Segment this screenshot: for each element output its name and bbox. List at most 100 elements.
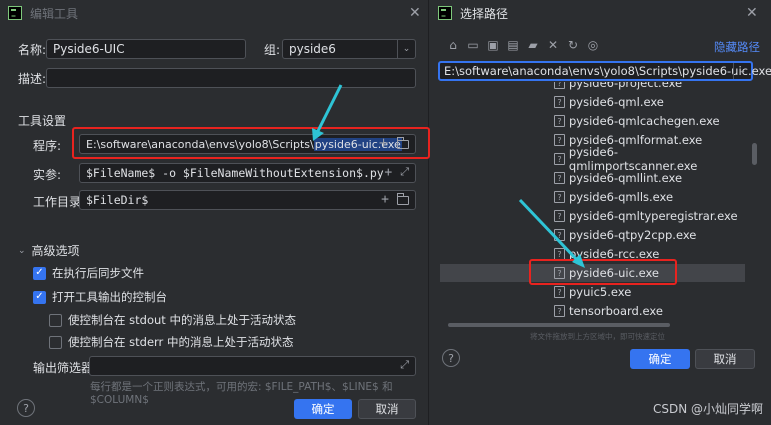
insert-macro-icon[interactable]: + bbox=[381, 192, 389, 207]
dialog-title: 编辑工具 bbox=[30, 6, 79, 21]
group-value: pyside6 bbox=[289, 42, 336, 56]
file-name: pyside6-project.exe bbox=[569, 82, 683, 90]
file-name: pyside6-qmllint.exe bbox=[569, 171, 683, 185]
file-name: pyside6-qmlls.exe bbox=[569, 190, 674, 204]
unknown-file-icon: ? bbox=[554, 229, 565, 241]
edit-tool-dialog: 编辑工具 ✕ 名称: Pyside6-UIC 组: pyside6 ⌄ 描述: … bbox=[0, 0, 430, 425]
help-button[interactable]: ? bbox=[442, 349, 460, 367]
app-logo-icon bbox=[438, 6, 452, 20]
chevron-down-icon: ⌄ bbox=[18, 245, 26, 256]
program-label: 程序: bbox=[33, 139, 62, 153]
unknown-file-icon: ? bbox=[554, 96, 565, 108]
arguments-value: $FileName$ -o $FileNameWithoutExtension$… bbox=[86, 166, 384, 180]
new-folder-icon[interactable]: ▰ bbox=[526, 38, 540, 52]
refresh-icon[interactable]: ↻ bbox=[566, 38, 580, 52]
sync-files-label: 在执行后同步文件 bbox=[52, 266, 144, 280]
workdir-label: 工作目录: bbox=[33, 195, 86, 209]
annotation-highlight-program bbox=[72, 127, 430, 159]
horizontal-scrollbar[interactable] bbox=[448, 323, 670, 327]
unknown-file-icon: ? bbox=[554, 172, 565, 184]
file-name: pyside6-qtpy2cpp.exe bbox=[569, 228, 697, 242]
advanced-options-toggle[interactable]: ⌄ 高级选项 bbox=[18, 242, 80, 259]
workdir-field-actions: + bbox=[381, 192, 409, 207]
group-select[interactable]: pyside6 ⌄ bbox=[282, 39, 416, 59]
stdout-active-label: 使控制台在 stdout 中的消息上处于活动状态 bbox=[68, 313, 296, 327]
file-toolbar: ⌂ ▭ ▣ ▤ ▰ ✕ ↻ ◎ bbox=[446, 38, 600, 52]
cancel-button[interactable]: 取消 bbox=[695, 349, 755, 369]
check-icon: ✓ bbox=[33, 266, 46, 280]
file-list-item[interactable]: ? pyside6-qml.exe bbox=[440, 93, 745, 111]
chevron-down-icon[interactable]: ⌄ bbox=[733, 63, 751, 79]
show-hidden-icon[interactable]: ◎ bbox=[586, 38, 600, 52]
sync-files-checkbox[interactable]: ✓ 在执行后同步文件 bbox=[33, 265, 144, 281]
file-list-item[interactable]: ? pyside6-qmltyperegistrar.exe bbox=[440, 207, 745, 225]
chevron-down-icon[interactable]: ⌄ bbox=[397, 40, 415, 58]
output-filter-label: 输出筛选器: bbox=[33, 361, 98, 375]
cancel-button[interactable]: 取消 bbox=[358, 399, 416, 419]
workdir-value: $FileDir$ bbox=[86, 193, 149, 207]
file-list-item[interactable]: ? pyside6-qmlls.exe bbox=[440, 188, 745, 206]
drop-hint: 将文件拖放到上方区域中，即可快速定位 bbox=[530, 332, 665, 341]
file-name: tensorboard.exe bbox=[569, 304, 663, 318]
check-icon: ✓ bbox=[33, 290, 46, 304]
title-bar: 编辑工具 bbox=[0, 0, 428, 26]
annotation-highlight-file bbox=[529, 259, 677, 285]
unknown-file-icon: ? bbox=[554, 210, 565, 222]
help-button[interactable]: ? bbox=[17, 399, 35, 417]
arguments-field[interactable]: $FileName$ -o $FileNameWithoutExtension$… bbox=[79, 163, 416, 183]
file-list-item[interactable]: ? pyside6-qtpy2cpp.exe bbox=[440, 226, 745, 244]
ok-button[interactable]: 确定 bbox=[294, 399, 352, 419]
open-console-checkbox[interactable]: ✓ 打开工具输出的控制台 bbox=[33, 289, 167, 305]
checkbox-box bbox=[49, 313, 62, 327]
file-list-item[interactable]: ? pyuic5.exe bbox=[440, 283, 745, 301]
stderr-active-checkbox[interactable]: 使控制台在 stderr 中的消息上处于活动状态 bbox=[49, 334, 293, 350]
vertical-scrollbar[interactable] bbox=[752, 143, 757, 165]
unknown-file-icon: ? bbox=[554, 191, 565, 203]
file-list-item[interactable]: ? pyside6-qmlcachegen.exe bbox=[440, 112, 745, 130]
output-filter-actions: ⤢ bbox=[400, 358, 409, 372]
home-icon[interactable]: ⌂ bbox=[446, 38, 460, 52]
output-filter-field[interactable]: ⤢ bbox=[89, 356, 416, 376]
file-name: pyside6-qmltyperegistrar.exe bbox=[569, 209, 738, 223]
delete-icon[interactable]: ✕ bbox=[546, 38, 560, 52]
close-icon[interactable]: ✕ bbox=[746, 5, 758, 21]
description-field[interactable] bbox=[46, 68, 416, 88]
unknown-file-icon: ? bbox=[554, 134, 565, 146]
select-path-dialog: 选择路径 ✕ ⌂ ▭ ▣ ▤ ▰ ✕ ↻ ◎ 隐藏路径 E:\software\… bbox=[430, 0, 771, 377]
file-list-item[interactable]: ? pyside6-qmlimportscanner.exe bbox=[440, 145, 745, 173]
checkbox-box bbox=[49, 335, 62, 349]
advanced-options-label: 高级选项 bbox=[31, 244, 80, 258]
stdout-active-checkbox[interactable]: 使控制台在 stdout 中的消息上处于活动状态 bbox=[49, 312, 296, 328]
module-icon[interactable]: ▤ bbox=[506, 38, 520, 52]
unknown-file-icon: ? bbox=[554, 153, 565, 165]
app-logo-icon bbox=[8, 6, 22, 20]
ok-button[interactable]: 确定 bbox=[630, 349, 690, 369]
file-list-item[interactable]: ? pyside6-project.exe bbox=[440, 82, 745, 92]
open-console-label: 打开工具输出的控制台 bbox=[52, 290, 167, 304]
file-list-item[interactable]: ? pyside6-qmllint.exe bbox=[440, 169, 745, 187]
unknown-file-icon: ? bbox=[554, 82, 565, 89]
path-value: E:\software\anaconda\envs\yolo8\Scripts\… bbox=[444, 64, 771, 78]
description-label: 描述: bbox=[18, 72, 47, 86]
path-input[interactable]: E:\software\anaconda\envs\yolo8\Scripts\… bbox=[438, 61, 771, 81]
hide-path-link[interactable]: 隐藏路径 bbox=[714, 39, 760, 55]
file-list-item[interactable]: ? tensorboard.exe bbox=[440, 302, 745, 318]
unknown-file-icon: ? bbox=[554, 115, 565, 127]
stderr-active-label: 使控制台在 stderr 中的消息上处于活动状态 bbox=[68, 335, 294, 349]
unknown-file-icon: ? bbox=[554, 305, 565, 317]
expand-icon[interactable]: ⤢ bbox=[400, 358, 409, 372]
close-icon[interactable]: ✕ bbox=[409, 5, 421, 21]
folder-icon[interactable] bbox=[396, 193, 409, 205]
project-icon[interactable]: ▣ bbox=[486, 38, 500, 52]
name-field[interactable]: Pyside6-UIC bbox=[46, 39, 246, 59]
file-name: pyside6-qml.exe bbox=[569, 95, 664, 109]
group-label: 组: bbox=[264, 43, 281, 57]
file-name: pyside6-qmlcachegen.exe bbox=[569, 114, 720, 128]
insert-macro-icon[interactable]: + bbox=[384, 165, 392, 180]
dialog-title: 选择路径 bbox=[460, 6, 509, 21]
tool-settings-heading: 工具设置 bbox=[18, 114, 67, 128]
expand-icon[interactable]: ⤢ bbox=[400, 165, 409, 180]
watermark: CSDN @小灿同学啊 bbox=[652, 402, 763, 416]
desktop-icon[interactable]: ▭ bbox=[466, 38, 480, 52]
workdir-field[interactable]: $FileDir$ + bbox=[79, 190, 416, 210]
